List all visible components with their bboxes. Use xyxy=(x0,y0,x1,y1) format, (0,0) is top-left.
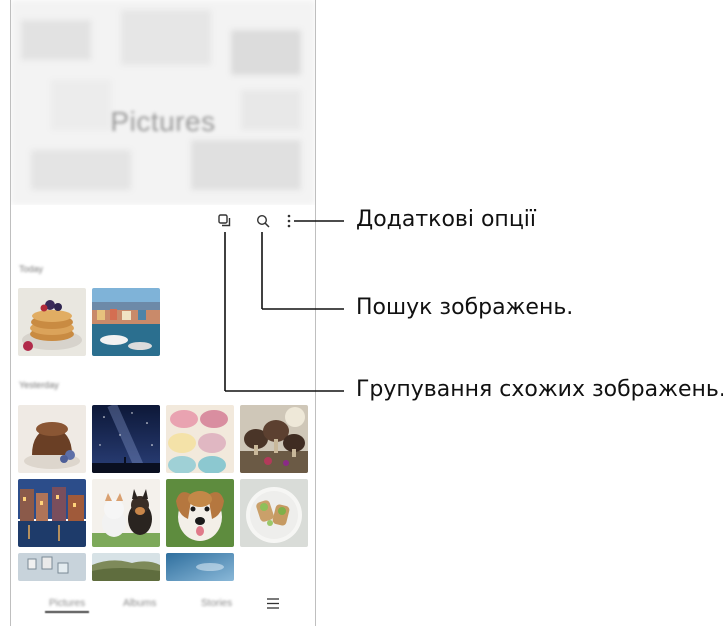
more-options-button[interactable] xyxy=(281,210,297,232)
callout-more-options: Додаткові опції xyxy=(356,207,537,232)
search-button[interactable] xyxy=(252,210,274,232)
thumbnail-night-sky[interactable] xyxy=(92,405,160,473)
callout-group-similar: Групування схожих зображень. xyxy=(356,377,723,402)
callout-search: Пошук зображень. xyxy=(356,295,574,320)
thumbnail-wall-frames[interactable] xyxy=(18,553,86,581)
search-icon xyxy=(256,214,270,228)
section-label-yesterday: Yesterday xyxy=(19,380,59,390)
page-title: Pictures xyxy=(110,106,216,137)
similar-images-button[interactable] xyxy=(214,210,236,232)
thumbnail-canal-city[interactable] xyxy=(18,479,86,547)
more-options-icon xyxy=(287,214,291,228)
thumbnail-macarons[interactable] xyxy=(166,405,234,473)
thumbnail-food-plate[interactable] xyxy=(240,479,308,547)
thumbnail-cake[interactable] xyxy=(18,405,86,473)
thumbnail-sky[interactable] xyxy=(166,553,234,581)
menu-icon xyxy=(267,598,279,609)
hero-background xyxy=(11,0,315,205)
menu-button[interactable] xyxy=(267,596,279,614)
section-label-today: Today xyxy=(19,264,44,274)
gallery-screen: Pictures Today Yesterday Pictures Albums… xyxy=(10,0,316,626)
thumbnail-mushrooms[interactable] xyxy=(240,405,308,473)
thumbnail-dog[interactable] xyxy=(166,479,234,547)
tab-stories[interactable]: Stories xyxy=(201,598,232,609)
active-tab-indicator xyxy=(45,611,89,613)
thumbnail-pets[interactable] xyxy=(92,479,160,547)
thumbnail-harbor[interactable] xyxy=(92,288,160,356)
tab-pictures[interactable]: Pictures xyxy=(49,598,85,609)
thumbnail-hills[interactable] xyxy=(92,553,160,581)
similar-images-icon xyxy=(218,214,231,227)
tab-albums[interactable]: Albums xyxy=(123,598,156,609)
thumbnail-pancakes[interactable] xyxy=(18,288,86,356)
